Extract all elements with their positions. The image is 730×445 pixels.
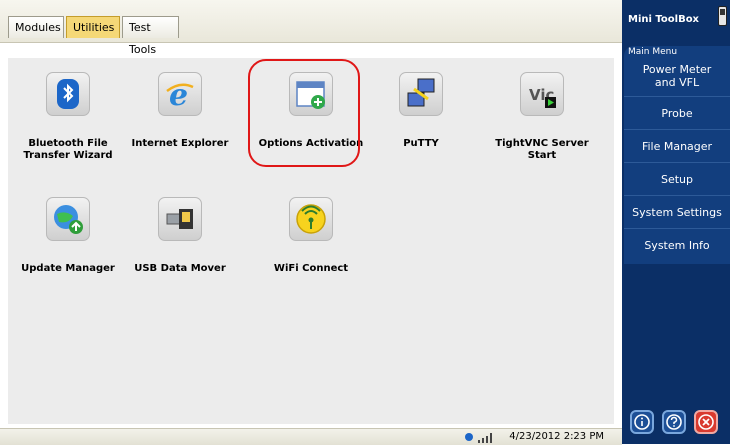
app-label: Internet Explorer xyxy=(131,138,229,149)
status-bar: 4/23/2012 2:23 PM xyxy=(0,428,622,445)
menu-item-label: File Manager xyxy=(641,139,713,153)
app-tightvnc-server[interactable]: Vic TightVNC Server Start xyxy=(482,72,602,172)
app-update-manager[interactable]: Update Manager xyxy=(8,197,128,297)
menu-item-label: System Settings xyxy=(632,205,722,219)
app-putty[interactable]: PuTTY xyxy=(361,72,481,172)
app-label: USB Data Mover xyxy=(134,263,226,274)
menu-item-system-settings[interactable]: System Settings xyxy=(624,195,730,228)
app-bluetooth-file-transfer[interactable]: Bluetooth File Transfer Wizard xyxy=(8,72,128,172)
svg-text:e: e xyxy=(169,78,188,111)
app-label: Bluetooth File Transfer Wizard xyxy=(23,138,113,161)
internet-explorer-icon: e xyxy=(158,72,202,116)
sidebar-title: Mini ToolBox xyxy=(628,14,700,25)
signal-icon xyxy=(465,433,492,443)
device-icon xyxy=(718,6,727,26)
app-internet-explorer[interactable]: e Internet Explorer xyxy=(120,72,240,172)
selection-highlight xyxy=(248,59,360,167)
help-button[interactable] xyxy=(662,410,686,434)
menu-item-label: Setup xyxy=(660,172,694,186)
bluetooth-icon xyxy=(46,72,90,116)
tab-utilities[interactable]: Utilities xyxy=(66,16,120,38)
usb-data-mover-icon xyxy=(158,197,202,241)
app-label: WiFi Connect xyxy=(273,263,349,274)
info-button[interactable] xyxy=(630,410,654,434)
app-window: Modules Utilities Test Tools Bluetooth F… xyxy=(0,0,730,445)
sidebar: Mini ToolBox Main Menu Power Meter and V… xyxy=(622,0,730,444)
menu-item-system-info[interactable]: System Info xyxy=(624,228,730,261)
menu-item-setup[interactable]: Setup xyxy=(624,162,730,195)
menu-item-label: System Info xyxy=(644,238,710,252)
main-area: Modules Utilities Test Tools Bluetooth F… xyxy=(0,0,622,445)
status-datetime: 4/23/2012 2:23 PM xyxy=(509,431,604,442)
app-wifi-connect[interactable]: WiFi Connect xyxy=(251,197,371,297)
tightvnc-icon: Vic xyxy=(520,72,564,116)
menu-item-power-meter-vfl[interactable]: Power Meter and VFL xyxy=(624,56,730,96)
putty-icon xyxy=(399,72,443,116)
update-manager-icon xyxy=(46,197,90,241)
help-icon xyxy=(666,414,682,430)
close-button[interactable] xyxy=(694,410,718,434)
menu-item-probe[interactable]: Probe xyxy=(624,96,730,129)
menu-item-label: Probe xyxy=(661,106,693,120)
main-menu: Main Menu Power Meter and VFL Probe File… xyxy=(624,46,730,264)
menu-item-file-manager[interactable]: File Manager xyxy=(624,129,730,162)
app-label: PuTTY xyxy=(403,138,439,149)
tab-bar: Modules Utilities Test Tools xyxy=(0,0,622,56)
menu-item-label: Power Meter and VFL xyxy=(642,63,712,89)
close-icon xyxy=(698,414,714,430)
app-label: Update Manager xyxy=(21,263,115,274)
info-icon xyxy=(634,414,650,430)
app-usb-data-mover[interactable]: USB Data Mover xyxy=(120,197,240,297)
tab-modules[interactable]: Modules xyxy=(8,16,64,38)
wifi-icon xyxy=(289,197,333,241)
app-label: TightVNC Server Start xyxy=(495,138,589,161)
tab-test-tools[interactable]: Test Tools xyxy=(122,16,179,56)
